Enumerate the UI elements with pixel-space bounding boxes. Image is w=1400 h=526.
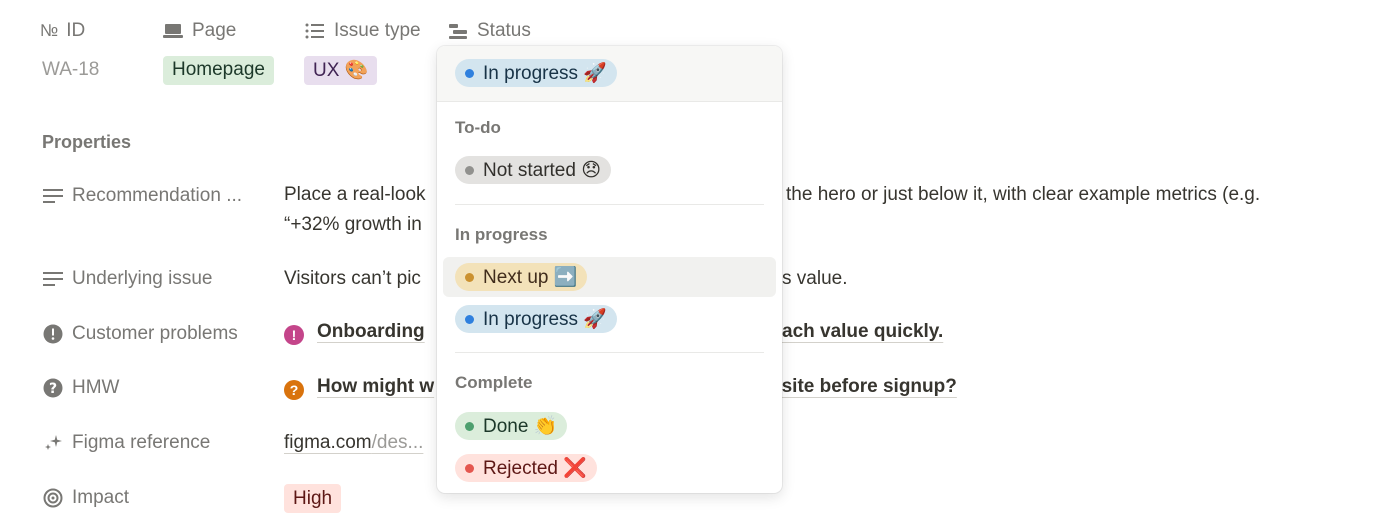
status-dropdown[interactable]: In progress 🚀 To-do Not started 😞 In pro…: [437, 46, 782, 493]
property-recommendation[interactable]: Recommendation ...: [42, 183, 242, 209]
property-hmw[interactable]: ? HMW: [42, 375, 119, 401]
property-figma-reference[interactable]: Figma reference: [42, 430, 210, 456]
status-dot: [465, 272, 474, 282]
option-rejected[interactable]: Rejected ❌: [455, 454, 597, 482]
status-dot: [465, 421, 474, 431]
option-next-up-label: Next up ➡️: [483, 267, 578, 288]
issue-type-tag[interactable]: UX 🎨: [304, 55, 378, 85]
impact-tag[interactable]: High: [284, 484, 342, 513]
status-dot: [465, 165, 474, 175]
number-sign-icon: №: [40, 21, 59, 40]
property-hmw-label: HMW: [72, 377, 120, 398]
property-figma-reference-label: Figma reference: [72, 432, 211, 453]
question-icon: ?: [42, 377, 64, 399]
option-not-started-label: Not started 😞: [483, 159, 602, 181]
text-lines-icon: [42, 185, 64, 207]
status-dot: [465, 463, 474, 473]
status-bars-icon: [447, 20, 469, 42]
issue-type-cell[interactable]: UX 🎨: [304, 55, 378, 85]
exclamation-icon: !: [284, 325, 304, 345]
underlying-issue-value[interactable]: Visitors can’t pic: [284, 264, 421, 294]
hmw-value-right[interactable]: bsite before signup?: [770, 372, 957, 402]
option-not-started[interactable]: Not started 😞: [455, 156, 612, 184]
selected-status-label: In progress 🚀: [483, 63, 607, 84]
exclamation-icon: [42, 323, 64, 345]
id-value-text: WA-18: [42, 59, 100, 80]
page-cell[interactable]: Homepage: [163, 55, 274, 85]
property-underlying-issue[interactable]: Underlying issue: [42, 266, 212, 292]
group-in-progress-heading: In progress: [455, 225, 548, 244]
underlying-issue-value-right[interactable]: s value.: [782, 264, 847, 294]
column-header-status-label: Status: [477, 20, 531, 41]
property-recommendation-label: Recommendation ...: [72, 185, 243, 206]
customer-problems-value-right[interactable]: ach value quickly.: [782, 317, 943, 347]
column-header-issue-type[interactable]: Issue type: [304, 19, 421, 43]
hmw-value[interactable]: How might w: [317, 376, 434, 397]
question-icon: ?: [284, 380, 304, 400]
divider: [437, 101, 782, 102]
option-next-up[interactable]: Next up ➡️: [455, 263, 588, 291]
column-header-page[interactable]: Page: [162, 19, 236, 43]
column-header-page-label: Page: [192, 20, 237, 41]
selected-status-pill[interactable]: In progress 🚀: [455, 59, 617, 87]
property-customer-problems-label: Customer problems: [72, 323, 238, 344]
figma-link-domain: figma.com: [284, 432, 372, 453]
column-header-status[interactable]: Status: [447, 19, 531, 43]
option-rejected-label: Rejected ❌: [483, 458, 587, 479]
recommendation-value-line1-right[interactable]: the hero or just below it, with clear ex…: [786, 180, 1260, 210]
properties-heading: Properties: [42, 132, 132, 152]
id-value: WA-18: [42, 55, 99, 85]
customer-problems-link[interactable]: ! Onboarding: [284, 317, 425, 347]
figma-link[interactable]: figma.com/des...: [284, 428, 423, 458]
group-complete-heading: Complete: [455, 373, 533, 392]
option-in-progress[interactable]: In progress 🚀: [455, 305, 617, 333]
figma-link-path: /des...: [371, 432, 424, 453]
property-impact[interactable]: Impact: [42, 485, 129, 511]
property-underlying-issue-label: Underlying issue: [72, 268, 213, 289]
property-customer-problems[interactable]: Customer problems: [42, 321, 238, 347]
sparkle-icon: [42, 432, 64, 454]
column-header-issue-type-label: Issue type: [334, 20, 421, 41]
divider: [455, 352, 764, 353]
page-tag[interactable]: Homepage: [163, 55, 274, 85]
laptop-icon: [162, 20, 184, 42]
option-done-label: Done 👏: [483, 416, 558, 437]
list-icon: [304, 20, 326, 42]
recommendation-value-line2[interactable]: “+32% growth in: [284, 210, 422, 240]
text-lines-icon: [42, 268, 64, 290]
status-dot: [465, 314, 474, 324]
customer-problems-value[interactable]: Onboarding: [317, 321, 425, 342]
group-todo-heading: To-do: [455, 118, 501, 137]
property-impact-label: Impact: [72, 487, 130, 508]
column-header-id[interactable]: № ID: [40, 19, 85, 43]
hmw-link[interactable]: ? How might w: [284, 372, 434, 402]
column-header-id-label: ID: [66, 20, 86, 41]
svg-text:?: ?: [49, 381, 57, 397]
divider: [455, 204, 764, 205]
target-icon: [42, 487, 64, 509]
status-dot: [465, 68, 474, 78]
impact-cell[interactable]: High: [284, 484, 342, 513]
recommendation-value-line1[interactable]: Place a real-look: [284, 180, 426, 210]
option-in-progress-label: In progress 🚀: [483, 309, 607, 330]
option-done[interactable]: Done 👏: [455, 412, 568, 440]
